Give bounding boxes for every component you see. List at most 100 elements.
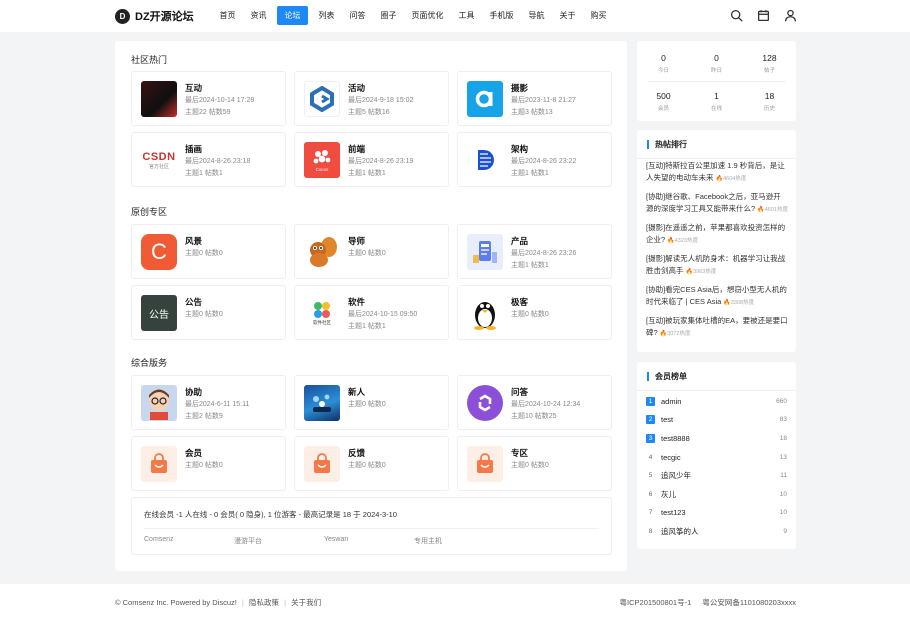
hot-post-item[interactable]: [摄影]解读无人机防身术：机器学习让我战胜击剑高手 🔥3963热度 — [646, 253, 788, 278]
forum-name: 摄影 — [511, 83, 529, 93]
forum-card-architecture[interactable]: 架构 最后2024-8-26 23:22 主题1 帖数1 — [457, 132, 612, 187]
forum-card-illustration[interactable]: CSDN 官方社区 插画 最后2024-8-26 23:18 主题1 帖数1 — [131, 132, 286, 187]
forum-last-post: 最后2024-8-26 23:18 — [185, 158, 251, 165]
search-icon[interactable] — [730, 9, 743, 22]
friend-link[interactable]: Yeswan — [324, 536, 414, 546]
stat-label: 帖子 — [763, 68, 775, 74]
rank-username[interactable]: 追风少年 — [661, 470, 780, 481]
shopping-bag-icon — [141, 446, 177, 482]
rank-username[interactable]: 追风筝的人 — [661, 526, 783, 537]
hot-post-title[interactable]: [协助]看完CES Asia后，想窃小型无人机的时代来临了 | CES Asia — [646, 285, 787, 306]
forum-card-zone[interactable]: 专区 主题0 帖数0 — [457, 436, 612, 491]
nav-mobile[interactable]: 手机版 — [482, 6, 521, 25]
forum-last-post: 最后2023-11-8 21:27 — [511, 97, 576, 104]
ranking-row[interactable]: 3 test8888 18 — [646, 429, 787, 448]
nav-buy[interactable]: 购买 — [583, 6, 614, 25]
stat-label: 今日 — [657, 68, 669, 74]
footer-link-about[interactable]: 关于我们 — [291, 598, 321, 607]
forum-card-feedback[interactable]: 反馈 主题0 帖数0 — [294, 436, 449, 491]
calendar-icon[interactable] — [757, 9, 770, 22]
forum-card-activity[interactable]: 活动 最后2024-9-18 15:02 主题5 帖数16 — [294, 71, 449, 126]
forum-stats: 主题0 帖数0 — [185, 311, 223, 318]
forum-card-member[interactable]: 会员 主题0 帖数0 — [131, 436, 286, 491]
forum-card-interact[interactable]: 互动 最后2024-10-14 17:28 主题22 帖数59 — [131, 71, 286, 126]
ranking-row[interactable]: 5 追风少年 11 — [646, 466, 787, 485]
friend-link[interactable]: 漫游平台 — [234, 536, 324, 546]
forum-icon-activity — [304, 81, 340, 117]
forum-icon-software: 软件社区 — [304, 295, 340, 331]
rank-value: 11 — [780, 472, 787, 480]
forum-last-post: 最后2024-6-11 15:11 — [185, 401, 250, 408]
friend-link[interactable]: Comsenz — [144, 536, 234, 546]
hot-post-item[interactable]: [摄影]在遥遥之前，苹果都喜欢投资怎样的企业? 🔥4323热度 — [646, 222, 788, 247]
hot-post-heat: 3072热度 — [667, 330, 691, 337]
nav-tools[interactable]: 工具 — [451, 6, 482, 25]
nav-guide[interactable]: 导航 — [521, 6, 552, 25]
site-logo[interactable]: D DZ开源论坛 — [115, 8, 194, 24]
forum-card-mentor[interactable]: 导师 主题0 帖数0 — [294, 224, 449, 279]
hot-post-item[interactable]: [互动]被玩家集体吐槽的EA，要被还是要口碑? 🔥3072热度 — [646, 315, 788, 340]
logo-text: DZ开源论坛 — [135, 11, 194, 23]
forum-card-scenery[interactable]: C 风景 主题0 帖数0 — [131, 224, 286, 279]
forum-card-newcomer[interactable]: 新人 主题0 帖数0 — [294, 375, 449, 430]
rank-username[interactable]: test123 — [661, 508, 780, 517]
member-ranking: 会员榜单 1 admin 660 2 test 83 3 test8888 18 4 tecg… — [637, 362, 796, 549]
nav-forum[interactable]: 论坛 — [277, 6, 308, 25]
stat-today: 0 今日 — [637, 53, 690, 74]
footer-link-privacy[interactable]: 隐私政策 — [249, 598, 279, 607]
forum-card-geek[interactable]: 极客 主题0 帖数0 — [457, 285, 612, 340]
forum-icon-mentor — [304, 234, 340, 270]
stat-yesterday: 0 昨日 — [690, 53, 743, 74]
rank-number: 4 — [648, 453, 653, 461]
rank-number: 7 — [648, 509, 653, 517]
forum-stats: 主题5 帖数16 — [348, 109, 390, 116]
forum-card-product[interactable]: 产品 最后2024-8-26 23:26 主题1 帖数1 — [457, 224, 612, 279]
footer-icp[interactable]: 粤ICP201500801号-1 — [620, 598, 692, 607]
forum-card-frontend[interactable]: Cocos 前端 最后2024-8-26 23:19 主题1 帖数1 — [294, 132, 449, 187]
forum-icon-frontend: Cocos — [304, 142, 340, 178]
nav-qa[interactable]: 问答 — [342, 6, 373, 25]
rank-username[interactable]: admin — [661, 397, 776, 406]
forum-card-assist[interactable]: 协助 最后2024-6-11 15:11 主题2 帖数9 — [131, 375, 286, 430]
forum-last-post: 最后2024-8-26 23:26 — [511, 250, 577, 257]
nav-news[interactable]: 资讯 — [243, 6, 274, 25]
stat-history: 18 历史 — [743, 91, 796, 112]
footer-police[interactable]: 粤公安网备1101080203xxxx — [702, 598, 796, 607]
ranking-row[interactable]: 8 追风筝的人 9 — [646, 522, 787, 541]
stat-label: 昨日 — [710, 68, 722, 74]
hot-post-heat: 3963热度 — [693, 268, 717, 275]
hot-post-item[interactable]: [互动]特斯拉百公里加速 1.9 秒背后，是让人失望的电动车未来 🔥4604热度 — [646, 160, 788, 185]
forum-card-photo[interactable]: 摄影 最后2023-11-8 21:27 主题3 帖数13 — [457, 71, 612, 126]
forum-card-qa[interactable]: 问答 最后2024-10-24 12:34 主题10 帖数25 — [457, 375, 612, 430]
hot-post-item[interactable]: [协助]看完CES Asia后，想窃小型无人机的时代来临了 | CES Asia… — [646, 284, 788, 309]
nav-circle[interactable]: 圈子 — [373, 6, 404, 25]
rank-username[interactable]: tecgic — [661, 453, 780, 462]
forum-name: 公告 — [185, 297, 203, 307]
forum-icon-architecture — [467, 142, 503, 178]
site-stats: 0 今日 0 昨日 128 帖子 500 会员 1 在线 18 历史 — [637, 41, 796, 121]
ranking-row[interactable]: 4 tecgic 13 — [646, 448, 787, 467]
ranking-list: 1 admin 660 2 test 83 3 test8888 18 4 tecgic 13 … — [646, 392, 787, 541]
nav-list[interactable]: 列表 — [311, 6, 342, 25]
hot-post-item[interactable]: [协助]继谷歌、Facebook之后，亚马逊开源的深度学习工具又能带来什么? 🔥… — [646, 191, 788, 216]
forum-card-notice[interactable]: 公告 公告 主题0 帖数0 — [131, 285, 286, 340]
rank-username[interactable]: test8888 — [661, 434, 780, 443]
fire-icon: 🔥 — [667, 237, 675, 244]
user-icon[interactable] — [784, 9, 797, 22]
ranking-row[interactable]: 1 admin 660 — [646, 392, 787, 411]
forum-name: 软件 — [348, 297, 366, 307]
friend-link[interactable]: 专用主机 — [414, 536, 504, 546]
rank-username[interactable]: 灰儿 — [661, 489, 780, 500]
forum-card-software[interactable]: 软件社区 软件 最后2024-10-15 09:50 主题1 帖数1 — [294, 285, 449, 340]
nav-about[interactable]: 关于 — [552, 6, 583, 25]
ranking-row[interactable]: 7 test123 10 — [646, 504, 787, 523]
rank-username[interactable]: test — [661, 415, 780, 424]
forum-icon-illustration: CSDN 官方社区 — [141, 142, 177, 178]
stat-value: 0 — [661, 53, 666, 63]
ranking-row[interactable]: 2 test 83 — [646, 411, 787, 430]
divider — [647, 81, 786, 82]
nav-home[interactable]: 首页 — [212, 6, 243, 25]
forum-grid-admin: 协助 最后2024-6-11 15:11 主题2 帖数9 新人 主题0 帖数0 … — [131, 375, 612, 491]
ranking-row[interactable]: 6 灰儿 10 — [646, 485, 787, 504]
nav-page-optimize[interactable]: 页面优化 — [404, 6, 451, 25]
